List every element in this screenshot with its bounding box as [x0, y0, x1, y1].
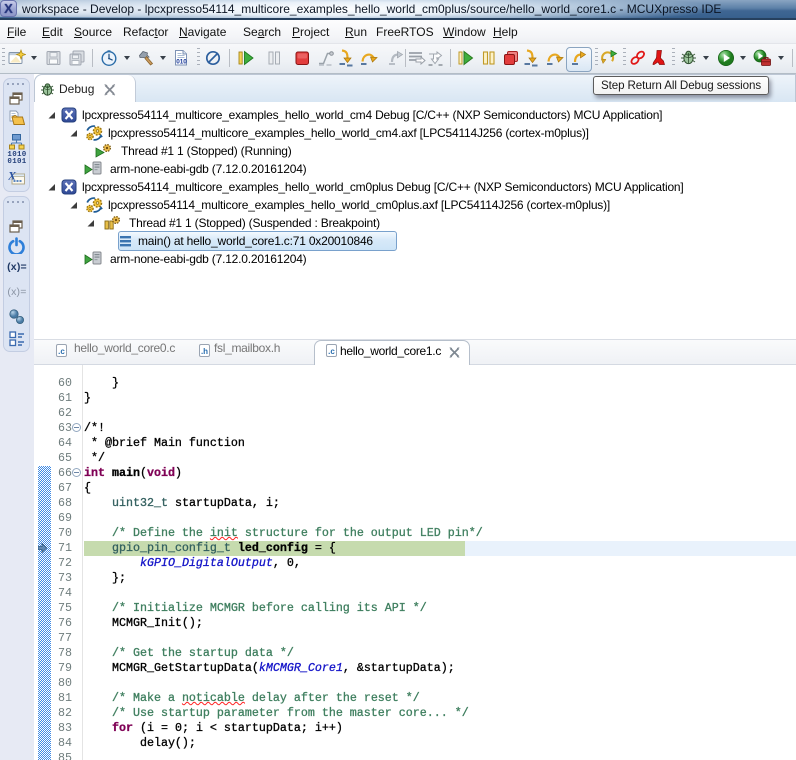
svg-text:X: X [8, 169, 17, 183]
svg-text:010: 010 [176, 59, 187, 66]
